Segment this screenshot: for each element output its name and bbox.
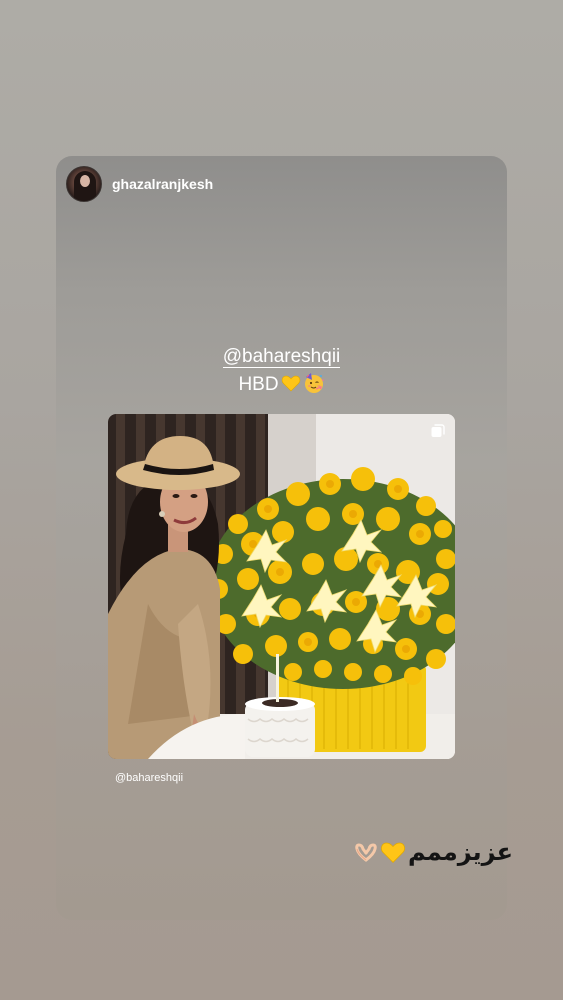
caption: HBD [56,372,507,396]
footer-text: عزیزممم [407,838,513,866]
mention-sticker[interactable]: @bahareshqii [56,346,507,368]
yellow-heart-icon [381,842,405,863]
partying-face-icon [304,373,324,393]
mention-handle[interactable]: @bahareshqii [222,346,341,368]
story-header[interactable]: ghazalranjkesh [66,166,213,202]
username[interactable]: ghazalranjkesh [112,176,213,192]
avatar[interactable] [66,166,102,202]
footer-caption: عزیزممم [354,838,513,866]
carousel-icon [431,424,445,437]
yellow-heart-icon [281,375,300,392]
post-author-handle[interactable]: @bahareshqii [115,772,183,784]
story-card[interactable]: ghazalranjkesh @bahareshqii HBD @bahares… [56,156,507,920]
heart-hands-icon [355,843,377,862]
shared-post[interactable] [108,414,455,759]
post-photo[interactable] [108,414,455,759]
caption-text: HBD [238,374,279,395]
